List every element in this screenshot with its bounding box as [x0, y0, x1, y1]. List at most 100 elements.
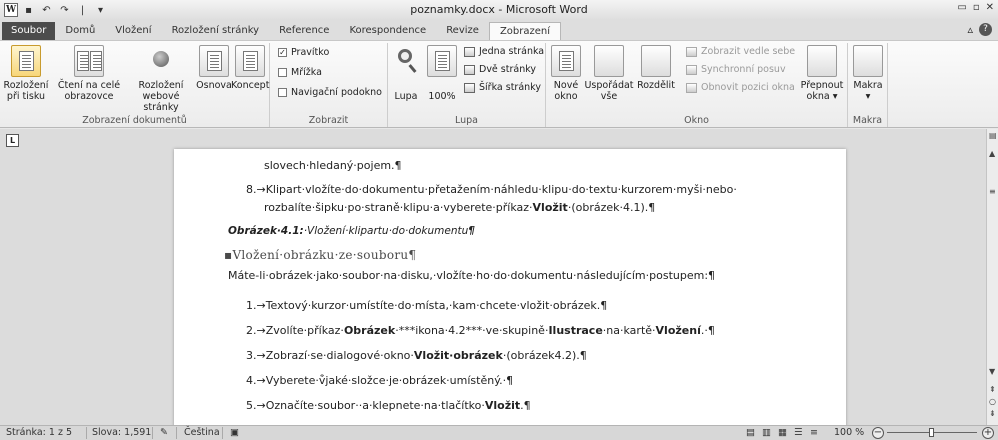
document-page[interactable]: slovech·hledaný·pojem.¶ 8.→Klipart·vloží… — [174, 149, 846, 425]
section-heading: ▪Vložení·obrázku·ze·souboru¶ — [224, 248, 416, 262]
title-bar: W ▪ ↶ ↷ | ▾ poznamky.docx - Microsoft Wo… — [0, 0, 998, 20]
tab-mailings[interactable]: Korespondence — [339, 22, 436, 40]
doc-text: ·(obrázek·4.1).¶ — [567, 201, 656, 214]
ruler-toggle-icon[interactable]: ▤ — [989, 131, 997, 140]
minimize-ribbon-icon[interactable]: ▵ — [967, 23, 973, 36]
print-layout-button[interactable]: Rozložení při tisku — [3, 45, 49, 102]
macro-record-icon[interactable]: ▣ — [230, 427, 239, 438]
arrange-all-label-2: vše — [600, 91, 618, 102]
doc-line: 4.→Vyberete·v͒jaké·složce·je·obrázek·umí… — [246, 374, 514, 387]
doc-line: 3.→Zobrazí·se·dialogové·okno·Vložit·obrá… — [246, 349, 587, 362]
switch-windows-icon — [807, 45, 837, 77]
checkbox-icon — [278, 68, 287, 77]
next-page-icon[interactable]: ⇟ — [989, 409, 996, 418]
synchronous-scrolling-button[interactable]: Synchronní posuv — [686, 64, 786, 75]
web-layout-button[interactable]: Rozložení webové stránky — [125, 45, 197, 113]
group-label-zoom: Lupa — [455, 115, 478, 126]
print-layout-label-2: při tisku — [6, 91, 46, 102]
tab-references[interactable]: Reference — [269, 22, 339, 40]
one-page-button[interactable]: Jedna stránka — [464, 46, 544, 57]
page-width-button[interactable]: Šířka stránky — [464, 82, 541, 93]
gridlines-checkbox[interactable]: Mřížka — [278, 67, 322, 78]
caption-text: ·Vložení·klipartu·do·dokumentu — [303, 225, 469, 237]
full-screen-reading-label: Čtení na celé — [57, 80, 121, 91]
doc-text: .·¶ — [700, 324, 715, 337]
zoom-button[interactable]: Lupa — [388, 45, 424, 102]
arrange-all-button[interactable]: Uspořádat vše — [584, 45, 634, 102]
doc-line: Máte-li·obrázek·jako·soubor·na·disku,·vl… — [228, 269, 716, 282]
close-icon[interactable]: ✕ — [986, 2, 994, 13]
language-label[interactable]: Čeština — [184, 427, 220, 438]
zoom-slider[interactable] — [887, 428, 977, 437]
switch-windows-button[interactable]: Přepnout okna ▾ — [798, 45, 846, 102]
reset-window-position-button[interactable]: Obnovit pozici okna — [686, 82, 795, 93]
zoom-in-icon[interactable]: + — [982, 427, 994, 439]
help-area: ▵ ? — [967, 23, 992, 36]
two-pages-button[interactable]: Dvě stránky — [464, 64, 536, 75]
view-side-by-side-label: Zobrazit vedle sebe — [701, 46, 796, 57]
vertical-scrollbar[interactable]: ▤ ▲ ≡ ▼ ⇞ ○ ⇟ — [986, 129, 998, 425]
doc-text-bold: Vložit·obrázek — [413, 349, 503, 362]
macros-button[interactable]: Makra ▾ — [851, 45, 885, 102]
tab-file[interactable]: Soubor — [2, 22, 56, 40]
page-count[interactable]: Stránka: 1 z 5 — [6, 427, 72, 438]
doc-text-bold: Ilustrace — [548, 324, 603, 337]
scroll-up-icon[interactable]: ▲ — [989, 149, 995, 158]
tab-review[interactable]: Revize — [436, 22, 489, 40]
outline-button[interactable]: Osnova — [196, 45, 232, 91]
view-side-by-side-button[interactable]: Zobrazit vedle sebe — [686, 46, 795, 57]
view-reading-icon[interactable]: ▥ — [762, 427, 771, 438]
outline-label: Osnova — [196, 80, 232, 91]
draft-button[interactable]: Koncept — [231, 45, 269, 91]
browse-object-icon[interactable]: ○ — [989, 397, 996, 406]
group-macros: Makra ▾ Makra — [848, 43, 888, 127]
word-count[interactable]: Slova: 1,591 — [92, 427, 151, 438]
two-pages-label: Dvě stránky — [479, 64, 537, 75]
doc-text-bold: Vložit — [532, 201, 568, 214]
new-window-icon — [551, 45, 581, 77]
draft-label: Koncept — [231, 80, 270, 91]
previous-page-icon[interactable]: ⇞ — [989, 385, 996, 394]
status-separator — [222, 427, 223, 439]
group-window: Nové okno Uspořádat vše Rozdělit Zobrazi… — [546, 43, 848, 127]
view-print-layout-icon[interactable]: ▤ — [746, 427, 755, 438]
macros-icon — [853, 45, 883, 77]
view-draft-icon[interactable]: ≡ — [810, 427, 818, 438]
print-layout-icon — [11, 45, 41, 77]
figure-caption: Obrázek·4.1:·Vložení·klipartu·do·dokumen… — [228, 225, 475, 237]
tab-selector-icon[interactable]: L — [6, 134, 19, 147]
gridlines-label: Mřížka — [291, 67, 322, 78]
zoom-100-button[interactable]: 100% — [424, 45, 460, 102]
tab-view[interactable]: Zobrazení — [488, 22, 562, 40]
proofing-icon[interactable]: ✎ — [160, 427, 168, 438]
tab-page-layout[interactable]: Rozložení stránky — [162, 22, 270, 40]
doc-text-bold: Vložení — [655, 324, 701, 337]
doc-text: .¶ — [520, 399, 531, 412]
scroll-thumb[interactable]: ≡ — [989, 187, 996, 196]
full-screen-reading-button[interactable]: Čtení na celé obrazovce — [56, 45, 122, 102]
restore-icon[interactable]: ▫ — [973, 2, 980, 13]
doc-text: 5.→Označíte·soubor··a·klepnete·na·tlačít… — [246, 399, 485, 412]
new-window-label-2: okno — [554, 91, 578, 102]
view-web-icon[interactable]: ▦ — [778, 427, 787, 438]
navigation-pane-checkbox[interactable]: Navigační podokno — [278, 87, 382, 98]
doc-text-bold: Vložit — [484, 399, 521, 412]
doc-text: ·na·kartě· — [602, 324, 656, 337]
minimize-icon[interactable]: ▭ — [957, 2, 966, 13]
ruler-label: Pravítko — [291, 47, 330, 58]
status-bar: Stránka: 1 z 5 Slova: 1,591 ✎ Čeština ▣ … — [0, 425, 998, 440]
split-button[interactable]: Rozdělit — [634, 45, 678, 91]
ruler-checkbox[interactable]: ✓ Pravítko — [278, 47, 329, 58]
zoom-slider-thumb[interactable] — [929, 428, 934, 437]
scroll-down-icon[interactable]: ▼ — [989, 367, 995, 376]
tab-insert[interactable]: Vložení — [105, 22, 161, 40]
tab-home[interactable]: Domů — [55, 22, 105, 40]
doc-text: rozbalíte·šipku·po·straně·klipu·a·vybere… — [264, 201, 533, 214]
draft-icon — [235, 45, 265, 77]
zoom-level[interactable]: 100 % — [834, 427, 864, 438]
arrange-all-icon — [594, 45, 624, 77]
view-outline-icon[interactable]: ☰ — [794, 427, 803, 438]
new-window-button[interactable]: Nové okno — [548, 45, 584, 102]
help-icon[interactable]: ? — [979, 23, 992, 36]
zoom-out-icon[interactable]: − — [872, 427, 884, 439]
